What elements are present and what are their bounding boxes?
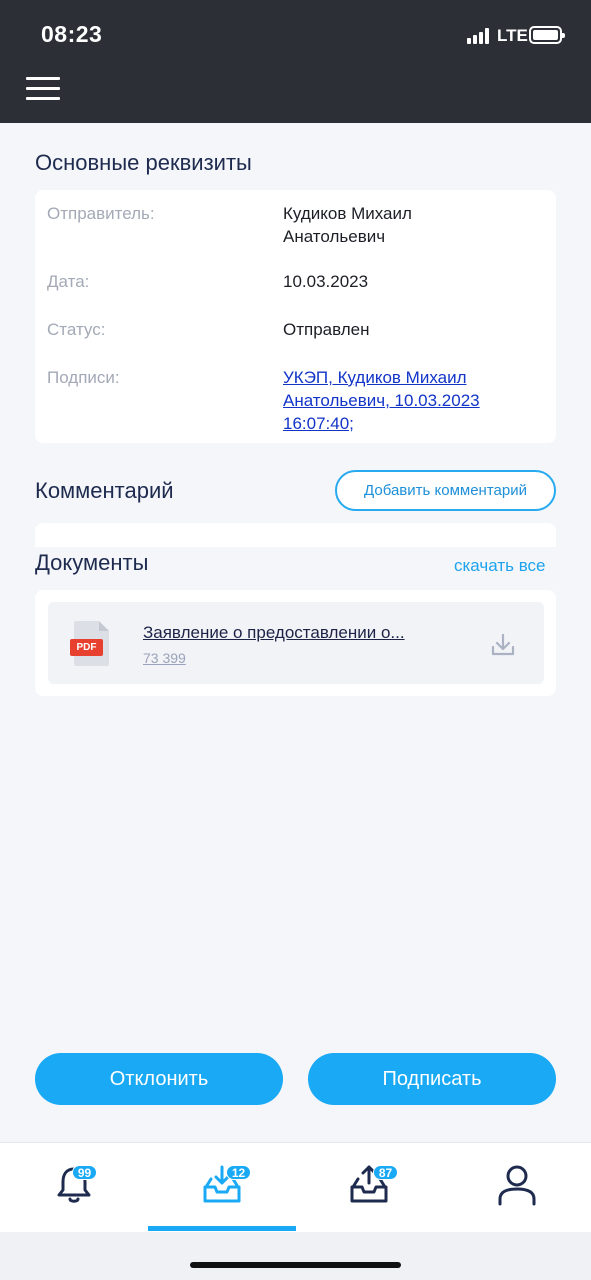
sign-button[interactable]: Подписать — [308, 1053, 556, 1105]
tab-notifications[interactable]: 99 — [0, 1143, 147, 1231]
inbox-badge: 12 — [226, 1165, 251, 1180]
outbox-badge: 87 — [373, 1165, 398, 1180]
requisites-row-date: Дата: 10.03.2023 — [47, 270, 544, 294]
add-comment-button[interactable]: Добавить комментарий — [335, 470, 556, 511]
notifications-badge: 99 — [72, 1165, 97, 1180]
date-value: 10.03.2023 — [283, 272, 369, 291]
top-nav-bar — [0, 70, 591, 123]
document-size: 73 399 — [143, 650, 186, 666]
pdf-file-icon: PDF — [70, 621, 109, 666]
hamburger-menu-icon[interactable] — [26, 77, 60, 101]
date-label: Дата: — [47, 272, 90, 291]
tab-inbox[interactable]: 12 — [148, 1143, 295, 1231]
document-item[interactable]: PDF Заявление о предоставлении о... 73 3… — [48, 602, 544, 684]
tab-outbox[interactable]: 87 — [295, 1143, 442, 1231]
download-icon[interactable] — [490, 632, 516, 658]
home-indicator[interactable] — [190, 1262, 401, 1268]
profile-icon — [498, 1165, 535, 1206]
app-screen: 08:23 LTE Основные реквизиты Отправитель… — [0, 0, 591, 1280]
home-indicator-area — [0, 1232, 591, 1280]
status-bar: 08:23 LTE — [0, 0, 591, 70]
signal-icon — [467, 28, 489, 44]
requisites-title: Основные реквизиты — [35, 150, 252, 175]
requisites-row-signatures: Подписи: УКЭП, Кудиков Михаил Анатольеви… — [47, 366, 544, 436]
download-all-link[interactable]: скачать все — [454, 556, 546, 576]
status-value: Отправлен — [283, 320, 370, 339]
documents-card: PDF Заявление о предоставлении о... 73 3… — [35, 590, 556, 696]
network-type: LTE — [497, 26, 528, 45]
signatures-label: Подписи: — [47, 368, 120, 387]
pdf-badge: PDF — [70, 639, 103, 656]
reject-button[interactable]: Отклонить — [35, 1053, 283, 1105]
requisites-row-status: Статус: Отправлен — [47, 318, 544, 342]
signature-link[interactable]: УКЭП, Кудиков Михаил Анатольевич, 10.03.… — [283, 366, 515, 435]
comment-title: Комментарий — [35, 478, 174, 503]
comment-card — [35, 523, 556, 547]
tab-profile[interactable] — [443, 1143, 590, 1231]
requisites-row-sender: Отправитель: Кудиков Михаил Анатольевич — [47, 202, 544, 250]
documents-title: Документы — [35, 550, 149, 575]
status-time: 08:23 — [41, 21, 103, 47]
status-label: Статус: — [47, 320, 106, 339]
sender-value: Кудиков Михаил Анатольевич — [283, 204, 412, 246]
sender-label: Отправитель: — [47, 204, 155, 223]
bottom-tab-bar: 99 12 87 — [0, 1142, 591, 1232]
battery-icon — [529, 26, 565, 44]
active-tab-indicator — [148, 1226, 296, 1231]
requisites-card: Отправитель: Кудиков Михаил Анатольевич … — [35, 190, 556, 443]
document-name[interactable]: Заявление о предоставлении о... — [143, 623, 443, 643]
